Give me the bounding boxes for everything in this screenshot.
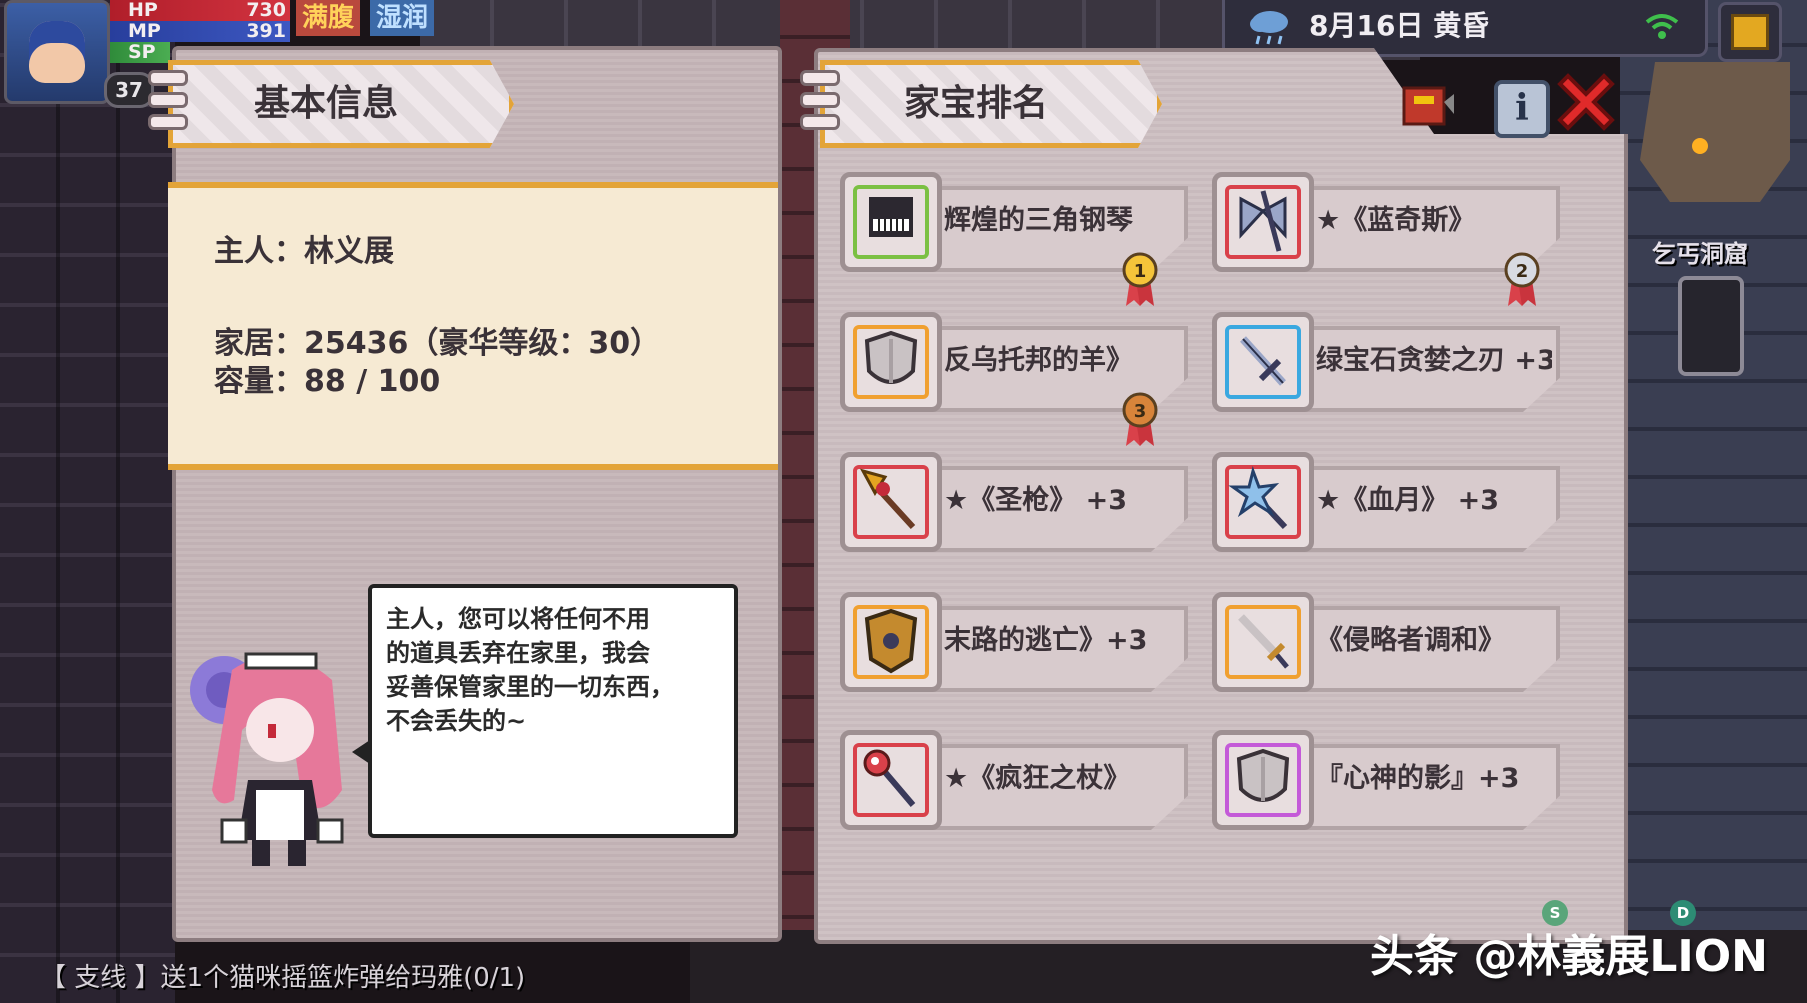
maid-character-icon <box>190 652 344 866</box>
dungeon-wall-left <box>0 0 175 1003</box>
treasure-item[interactable]: 《侵略者调和》 <box>1212 592 1560 704</box>
item-slot[interactable] <box>840 592 942 692</box>
home-info-box: 主人：林义展 家居：25436（豪华等级：30） 容量：88 / 100 <box>168 182 778 470</box>
mp-bar: MP 391 <box>110 21 290 42</box>
wifi-icon <box>1645 14 1679 39</box>
item-slot[interactable] <box>1212 592 1314 692</box>
item-name: 辉煌的三角钢琴 <box>944 205 1133 236</box>
item-slot[interactable] <box>1212 730 1314 830</box>
location-label: 乞丐洞窟 <box>1652 240 1748 268</box>
rank-medal-icon: 3 <box>1122 390 1158 448</box>
spear-icon <box>859 468 916 530</box>
armor-icon <box>864 608 918 674</box>
binder-rings-icon <box>148 66 188 138</box>
treasure-item[interactable]: ★《圣枪》 +3 <box>840 452 1188 564</box>
dialog-bubble[interactable]: 主人，您可以将任何不用 的道具丢弃在家里，我会 妥善保管家里的一切东西， 不会丢… <box>352 584 738 838</box>
basic-info-title: 基本信息 <box>253 83 398 124</box>
exit-button[interactable] <box>1718 2 1782 62</box>
treasure-item[interactable]: ★《蓝奇斯》 2 <box>1212 172 1560 306</box>
treasure-item[interactable]: 辉煌的三角钢琴 1 <box>840 172 1188 306</box>
level-badge: 37 <box>104 72 154 108</box>
rain-cloud-icon <box>1250 11 1288 45</box>
binder-rings-icon <box>800 66 840 138</box>
svg-text:2: 2 <box>1516 261 1529 282</box>
shield-icon <box>864 330 918 384</box>
staff-icon <box>863 749 916 807</box>
item-slot[interactable] <box>840 730 942 830</box>
player-portrait[interactable] <box>4 0 110 104</box>
rank-medal-icon: 2 <box>1504 250 1540 308</box>
close-icon[interactable] <box>1550 66 1622 138</box>
item-slot[interactable] <box>1212 312 1314 412</box>
item-slot[interactable] <box>840 312 942 412</box>
owner-label: 主人：林义展 <box>214 234 394 269</box>
basic-info-tab: 基本信息 <box>168 60 514 148</box>
minimap[interactable] <box>1640 62 1790 202</box>
date-time-label: 8月16日 黄昏 <box>1309 9 1490 42</box>
avatar <box>29 21 85 83</box>
item-name: 《侵略者调和》 <box>1316 625 1505 656</box>
mp-label: MP <box>128 20 161 42</box>
capacity-label: 容量：88 / 100 <box>214 364 441 399</box>
dialog-text: 主人，您可以将任何不用 的道具丢弃在家里，我会 妥善保管家里的一切东西， 不会丢… <box>386 605 674 735</box>
item-slot[interactable] <box>1212 452 1314 552</box>
phone-icon[interactable] <box>1678 276 1744 376</box>
treasure-item[interactable]: 末路的逃亡》+3 <box>840 592 1188 704</box>
item-slot[interactable] <box>1212 172 1314 272</box>
item-slot[interactable] <box>840 452 942 552</box>
treasure-item[interactable]: ★《血月》 +3 <box>1212 452 1560 564</box>
rank-medal-icon: 1 <box>1122 250 1158 308</box>
dagger-icon <box>1238 614 1289 669</box>
mp-value: 391 <box>246 20 286 42</box>
sp-bar: SP <box>110 42 170 63</box>
svg-text:3: 3 <box>1134 401 1147 422</box>
item-name: ★《蓝奇斯》 <box>1316 205 1476 236</box>
item-name: ★《疯狂之杖》 <box>944 763 1131 794</box>
watermark: 头条 @林義展LION <box>1370 931 1768 982</box>
item-name: 绿宝石贪婪之刃 +3 <box>1316 345 1552 376</box>
door-icon <box>1731 14 1769 50</box>
item-name: 反乌托邦的羊》 <box>944 345 1133 376</box>
shield-icon <box>1236 748 1290 802</box>
treasure-item[interactable]: 『心神的影』+3 <box>1212 730 1560 842</box>
quest-tracker[interactable]: 【 支线 】送1个猫咪摇篮炸弹给玛雅(0/1) <box>40 957 525 994</box>
treasure-item[interactable]: 绿宝石贪婪之刃 +3 <box>1212 312 1560 424</box>
item-name: 末路的逃亡》+3 <box>944 625 1148 656</box>
svg-text:1: 1 <box>1134 261 1147 282</box>
info-button[interactable]: i <box>1494 80 1550 138</box>
sp-label: SP <box>128 41 156 63</box>
item-name: ★《血月》 +3 <box>1316 485 1500 516</box>
hp-label: HP <box>128 0 158 21</box>
treasure-item[interactable]: ★《疯狂之杖》 <box>840 730 1188 842</box>
hp-value: 730 <box>246 0 286 21</box>
treasure-item[interactable]: 反乌托邦的羊》 3 <box>840 312 1188 446</box>
piano-icon <box>869 197 913 237</box>
mace-icon <box>1228 465 1288 530</box>
hp-bar: HP 730 <box>110 0 290 21</box>
treasure-ranking-title: 家宝排名 <box>903 83 1048 124</box>
status-badge-full: 满腹 <box>296 0 361 36</box>
status-badge-wet: 湿润 <box>370 0 435 36</box>
axe-icon <box>1239 190 1287 252</box>
player-marker-icon <box>1692 138 1708 154</box>
item-name: 『心神的影』+3 <box>1316 763 1520 794</box>
treasure-ranking-tab: 家宝排名 <box>820 60 1162 148</box>
item-name: ★《圣枪》 +3 <box>944 485 1128 516</box>
book-icon[interactable] <box>1400 84 1456 130</box>
sword-icon <box>1240 336 1286 386</box>
item-slot[interactable] <box>840 172 942 272</box>
